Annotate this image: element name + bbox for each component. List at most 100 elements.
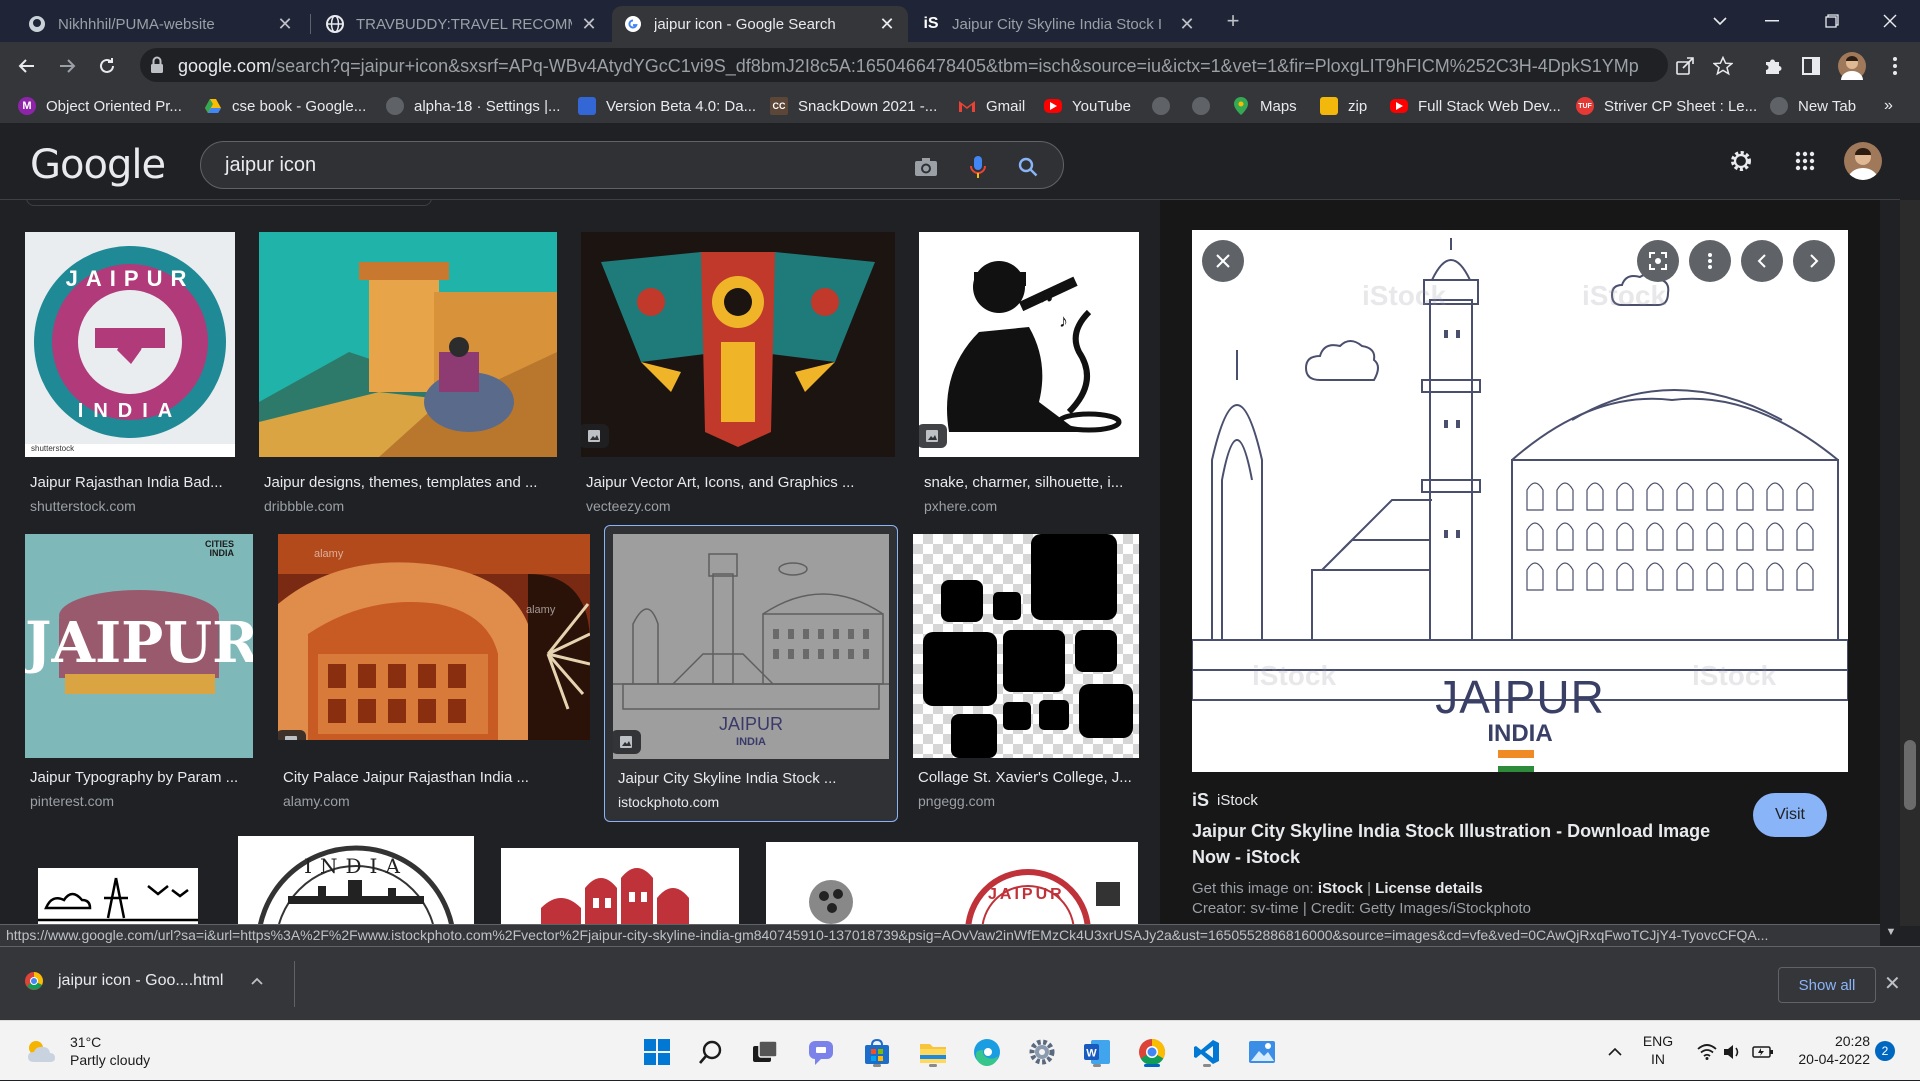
lock-icon[interactable] <box>150 56 164 74</box>
result-thumbnail[interactable]: JAIPUR INDIA shutterstock <box>25 232 235 457</box>
preview-site[interactable]: iS iStock <box>1192 790 1258 811</box>
result-title[interactable]: Jaipur Vector Art, Icons, and Graphics .… <box>586 474 886 491</box>
result-card[interactable]: Collage St. Xavier's College, J... pngeg… <box>913 534 1139 824</box>
microsoft-store-icon[interactable] <box>860 1035 894 1069</box>
profile-avatar[interactable] <box>1838 52 1866 80</box>
chrome-icon[interactable] <box>1135 1035 1169 1069</box>
input-language[interactable]: ENG IN <box>1638 1032 1678 1068</box>
visit-button[interactable]: Visit <box>1753 793 1827 837</box>
minimize-icon[interactable] <box>1742 0 1802 42</box>
volume-icon[interactable] <box>1716 1035 1750 1069</box>
result-card[interactable]: JAIPUR CITIES INDIA Jaipur Typography by … <box>25 534 253 824</box>
search-icon[interactable] <box>1015 154 1041 180</box>
bookmark-unnamed-2[interactable] <box>1192 94 1220 118</box>
result-title[interactable]: snake, charmer, silhouette, i... <box>924 474 1134 491</box>
reload-icon[interactable] <box>94 53 120 79</box>
bookmark-snackdown[interactable]: CC SnackDown 2021 -... <box>770 94 937 118</box>
restore-icon[interactable] <box>1802 0 1862 42</box>
apps-grid-icon[interactable] <box>1792 148 1818 174</box>
result-title[interactable]: Jaipur Typography by Param ... <box>30 769 248 786</box>
bookmark-gmail[interactable]: Gmail <box>958 94 1025 118</box>
download-item[interactable]: jaipur icon - Goo....html <box>24 971 264 991</box>
close-tab-icon[interactable]: ✕ <box>878 14 896 34</box>
close-tab-icon[interactable]: ✕ <box>276 14 294 34</box>
bookmark-star-icon[interactable] <box>1710 53 1736 79</box>
file-explorer-icon[interactable] <box>916 1035 950 1069</box>
license-details-link[interactable]: License details <box>1375 880 1483 897</box>
bookmark-full-stack[interactable]: Full Stack Web Dev... <box>1390 94 1561 118</box>
result-source[interactable]: shutterstock.com <box>30 498 136 514</box>
task-view-icon[interactable] <box>748 1035 782 1069</box>
settings-icon[interactable] <box>1025 1035 1059 1069</box>
result-card[interactable]: JAIPUR <box>766 842 1138 926</box>
result-source[interactable]: pxhere.com <box>924 498 997 514</box>
bookmark-maps[interactable]: Maps <box>1232 94 1297 118</box>
bookmark-youtube[interactable]: YouTube <box>1044 94 1131 118</box>
teams-chat-icon[interactable] <box>804 1035 838 1069</box>
result-thumbnail[interactable] <box>581 232 895 457</box>
scroll-down-arrow-icon[interactable]: ▼ <box>1882 926 1900 944</box>
result-source[interactable]: vecteezy.com <box>586 498 671 514</box>
camera-lens-icon[interactable] <box>913 154 939 180</box>
result-thumbnail[interactable]: JAIPUR INDIA <box>613 534 889 759</box>
photos-icon[interactable] <box>1245 1035 1279 1069</box>
search-input[interactable]: jaipur icon <box>225 154 316 177</box>
taskbar-search-icon[interactable] <box>694 1035 728 1069</box>
bookmark-striver[interactable]: TUF Striver CP Sheet : Le... <box>1576 94 1757 118</box>
tab-puma-website[interactable]: Nikhhhil/PUMA-website ✕ <box>16 6 306 42</box>
address-bar[interactable]: google.com/search?q=jaipur+icon&sxsrf=AP… <box>140 48 1668 82</box>
result-card[interactable]: ♫ ♪ snake, charmer, silhouette, i... pxh… <box>919 232 1139 522</box>
next-image-icon[interactable] <box>1793 240 1835 282</box>
lens-search-icon[interactable] <box>1637 240 1679 282</box>
close-downloads-icon[interactable]: ✕ <box>1884 971 1901 996</box>
bookmark-unnamed-1[interactable] <box>1152 94 1180 118</box>
edge-browser-icon[interactable] <box>970 1035 1004 1069</box>
account-avatar[interactable] <box>1844 142 1882 180</box>
result-card[interactable]: Jaipur Vector Art, Icons, and Graphics .… <box>581 232 895 522</box>
result-thumbnail[interactable] <box>501 848 739 926</box>
result-thumbnail[interactable]: alamy alamy <box>278 534 590 740</box>
bookmark-cse-book[interactable]: cse book - Google... <box>204 94 366 118</box>
result-title[interactable]: Jaipur designs, themes, templates and ..… <box>264 474 554 491</box>
more-bookmarks-chevron-icon[interactable]: » <box>1884 94 1893 118</box>
result-thumbnail[interactable] <box>259 232 557 457</box>
more-options-icon[interactable] <box>1689 240 1731 282</box>
result-card[interactable] <box>25 836 205 926</box>
result-title[interactable]: Jaipur City Skyline India Stock ... <box>618 770 888 787</box>
bookmark-version-beta[interactable]: Version Beta 4.0: Da... <box>578 94 756 118</box>
new-tab-icon[interactable]: + <box>1220 8 1246 34</box>
result-card[interactable] <box>501 848 739 926</box>
google-logo[interactable]: Google <box>30 142 166 188</box>
close-tab-icon[interactable]: ✕ <box>1178 14 1196 34</box>
result-source[interactable]: pngegg.com <box>918 793 995 809</box>
tab-google-search[interactable]: jaipur icon - Google Search ✕ <box>612 6 908 42</box>
result-title[interactable]: Collage St. Xavier's College, J... <box>918 769 1134 786</box>
back-arrow-icon[interactable] <box>14 53 40 79</box>
bookmark-zip[interactable]: zip <box>1320 94 1367 118</box>
close-preview-icon[interactable] <box>1202 240 1244 282</box>
preview-image[interactable]: JAIPUR INDIA iStock iStock iStock iStock <box>1192 230 1848 772</box>
result-thumbnail[interactable] <box>38 868 198 926</box>
tab-search-icon[interactable] <box>1690 0 1750 42</box>
result-source[interactable]: istockphoto.com <box>618 794 719 810</box>
bookmark-new-tab[interactable]: New Tab <box>1770 94 1856 118</box>
extensions-puzzle-icon[interactable] <box>1760 53 1786 79</box>
page-scrollbar[interactable] <box>1900 200 1920 926</box>
result-title[interactable]: Jaipur Rajasthan India Bad... <box>30 474 230 491</box>
side-panel-icon[interactable] <box>1798 53 1824 79</box>
result-thumbnail[interactable]: ♫ ♪ <box>919 232 1139 457</box>
microphone-icon[interactable] <box>965 154 991 180</box>
result-card-selected[interactable]: JAIPUR INDIA Jaipur City Skyline India S… <box>604 525 898 822</box>
notification-count-badge[interactable]: 2 <box>1875 1041 1895 1061</box>
battery-charging-icon[interactable] <box>1746 1035 1780 1069</box>
preview-title[interactable]: Jaipur City Skyline India Stock Illustra… <box>1192 818 1752 870</box>
scrollbar-thumb[interactable] <box>1904 740 1916 810</box>
weather-widget[interactable]: 31°C Partly cloudy <box>24 1033 150 1069</box>
result-thumbnail[interactable]: JAIPUR CITIES INDIA <box>25 534 253 758</box>
bookmark-alpha-18[interactable]: alpha-18 · Settings |... <box>386 94 560 118</box>
get-image-site-link[interactable]: iStock <box>1318 880 1363 897</box>
chrome-menu-icon[interactable] <box>1882 53 1908 79</box>
result-title[interactable]: City Palace Jaipur Rajasthan India ... <box>283 769 583 786</box>
result-thumbnail[interactable] <box>913 534 1139 758</box>
show-all-downloads-button[interactable]: Show all <box>1778 967 1876 1003</box>
